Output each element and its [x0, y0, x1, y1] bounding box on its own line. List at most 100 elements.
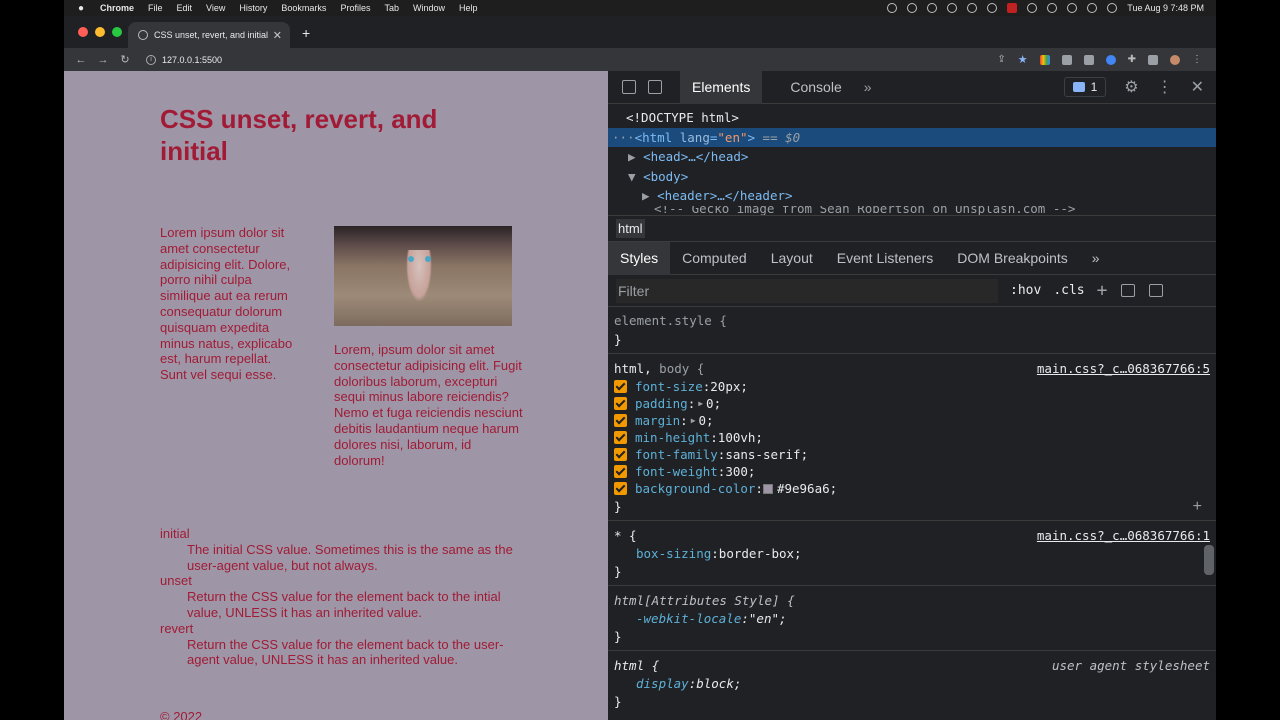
wifi-icon[interactable] — [1067, 3, 1078, 13]
tray-icon[interactable] — [927, 3, 938, 13]
dom-node-body[interactable]: ▼ <body> — [608, 167, 1216, 187]
hover-state-button[interactable]: :hov — [1010, 283, 1041, 298]
close-window-button[interactable] — [78, 27, 88, 37]
property-checkbox[interactable] — [614, 448, 627, 461]
sidebar-icon[interactable] — [1148, 54, 1158, 65]
rule-universal[interactable]: * { main.css?_c…068367766:1 box-sizing: … — [608, 521, 1216, 586]
apple-icon[interactable]: ● — [78, 3, 92, 14]
extension-icon[interactable] — [1105, 54, 1116, 65]
tray-icon[interactable] — [967, 3, 978, 13]
toggle-sidebar-icon[interactable] — [1149, 284, 1164, 297]
kebab-menu-icon[interactable]: ⋮ — [1192, 54, 1202, 65]
property-checkbox[interactable] — [614, 414, 627, 427]
rule-source-link[interactable]: main.css?_c…068367766:5 — [1037, 359, 1210, 378]
expand-shorthand-icon[interactable]: ▶ — [691, 412, 696, 429]
rule-attributes-style[interactable]: html[Attributes Style] { -webkit-locale:… — [608, 586, 1216, 651]
property-checkbox[interactable] — [614, 380, 627, 393]
class-toggle-button[interactable]: .cls — [1053, 283, 1084, 298]
tray-icon[interactable] — [987, 3, 998, 13]
issues-button[interactable]: 1 — [1063, 77, 1107, 97]
menu-file[interactable]: File — [148, 3, 163, 13]
more-tabs-icon[interactable]: » — [864, 79, 872, 95]
tab-layout[interactable]: Layout — [759, 242, 825, 275]
property-row[interactable]: font-weight: 300; — [614, 463, 1210, 480]
puzzle-icon[interactable]: ✚ — [1128, 54, 1136, 65]
tab-event-listeners[interactable]: Event Listeners — [825, 242, 946, 275]
clock[interactable]: Tue Aug 9 7:48 PM — [1127, 3, 1204, 13]
share-icon[interactable]: ⇪ — [997, 54, 1005, 65]
menu-help[interactable]: Help — [459, 3, 478, 13]
property-row[interactable]: -webkit-locale: "en"; — [614, 610, 1210, 627]
more-subtabs-icon[interactable]: » — [1080, 242, 1112, 275]
tray-icon[interactable] — [947, 3, 958, 13]
address-bar[interactable]: i 127.0.0.1:5500 — [142, 50, 962, 69]
minimize-window-button[interactable] — [95, 27, 105, 37]
extension-icon[interactable] — [1083, 54, 1094, 65]
scrollbar-thumb[interactable] — [1204, 545, 1214, 575]
menu-app-name[interactable]: Chrome — [100, 3, 134, 13]
expand-triangle-icon[interactable]: ▶ — [642, 188, 650, 203]
rule-source-link[interactable]: main.css?_c…068367766:1 — [1037, 526, 1210, 545]
reload-icon[interactable]: ↻ — [114, 53, 136, 66]
forward-icon[interactable]: → — [92, 54, 114, 66]
property-row[interactable]: background-color: #9e96a6; — [614, 480, 1210, 497]
inspect-element-icon[interactable] — [622, 80, 636, 94]
menu-tab[interactable]: Tab — [384, 3, 399, 13]
menu-history[interactable]: History — [239, 3, 267, 13]
breadcrumb-html[interactable]: html — [616, 219, 645, 238]
color-extension-icon[interactable] — [1039, 54, 1050, 65]
property-checkbox[interactable] — [614, 482, 627, 495]
property-row[interactable]: padding: ▶ 0; — [614, 395, 1210, 412]
tab-dom-breakpoints[interactable]: DOM Breakpoints — [945, 242, 1079, 275]
menu-edit[interactable]: Edit — [177, 3, 193, 13]
dom-node-html[interactable]: ···<html lang="en"> == $0 — [608, 127, 1216, 147]
color-swatch[interactable] — [762, 483, 773, 494]
tray-icon[interactable] — [907, 3, 918, 13]
record-icon[interactable] — [1007, 3, 1018, 13]
menu-profiles[interactable]: Profiles — [340, 3, 370, 13]
new-rule-icon[interactable]: + — [1097, 280, 1108, 301]
tab-computed[interactable]: Computed — [670, 242, 759, 275]
paint-icon[interactable] — [1121, 284, 1136, 297]
tab-console[interactable]: Console — [778, 71, 853, 104]
rule-element-style[interactable]: element.style { } — [608, 307, 1216, 354]
url-text[interactable]: 127.0.0.1:5500 — [162, 55, 222, 65]
property-row[interactable]: min-height: 100vh; — [614, 429, 1210, 446]
dom-node-doctype[interactable]: <!DOCTYPE html> — [608, 108, 1216, 128]
bookmark-star-icon[interactable]: ★ — [1018, 53, 1028, 66]
avatar[interactable] — [1170, 54, 1180, 65]
new-tab-button[interactable]: + — [302, 25, 310, 41]
dom-node-header[interactable]: ▶ <header>…</header> — [608, 186, 1216, 206]
property-row[interactable]: font-family: sans-serif; — [614, 446, 1210, 463]
tab-elements[interactable]: Elements — [680, 70, 763, 104]
property-checkbox[interactable] — [614, 431, 627, 444]
control-center-icon[interactable] — [1107, 3, 1118, 13]
close-tab-icon[interactable]: ✕ — [273, 29, 282, 42]
add-property-icon[interactable]: + — [1193, 498, 1202, 516]
back-icon[interactable]: ← — [70, 54, 92, 66]
rule-user-agent[interactable]: html { user agent stylesheet display: bl… — [608, 651, 1216, 715]
tray-icon[interactable] — [887, 3, 898, 13]
property-row[interactable]: font-size: 20px; — [614, 378, 1210, 395]
menu-view[interactable]: View — [206, 3, 225, 13]
collapse-triangle-icon[interactable]: ▼ — [628, 169, 636, 184]
browser-tab[interactable]: CSS unset, revert, and initial ✕ — [128, 22, 290, 48]
devtools-menu-icon[interactable]: ⋮ — [1157, 77, 1173, 97]
menu-window[interactable]: Window — [413, 3, 445, 13]
styles-filter-input[interactable]: Filter — [616, 278, 998, 303]
close-devtools-icon[interactable]: ✕ — [1191, 77, 1204, 97]
search-icon[interactable] — [1087, 3, 1098, 13]
dom-node-head[interactable]: ▶ <head>…</head> — [608, 147, 1216, 167]
expand-triangle-icon[interactable]: ▶ — [628, 149, 636, 164]
property-row[interactable]: box-sizing: border-box; — [614, 545, 1210, 562]
dom-node-comment[interactable]: <!-- Gecko image from Sean Robertson on … — [608, 206, 1216, 216]
extension-icon[interactable] — [1061, 54, 1072, 65]
menu-bookmarks[interactable]: Bookmarks — [281, 3, 326, 13]
bluetooth-icon[interactable] — [1027, 3, 1038, 13]
tab-styles[interactable]: Styles — [608, 241, 671, 275]
device-toolbar-icon[interactable] — [648, 80, 662, 94]
settings-gear-icon[interactable]: ⚙ — [1124, 77, 1138, 97]
expand-shorthand-icon[interactable]: ▶ — [698, 395, 703, 412]
property-row[interactable]: margin: ▶ 0; — [614, 412, 1210, 429]
property-checkbox[interactable] — [614, 465, 627, 478]
